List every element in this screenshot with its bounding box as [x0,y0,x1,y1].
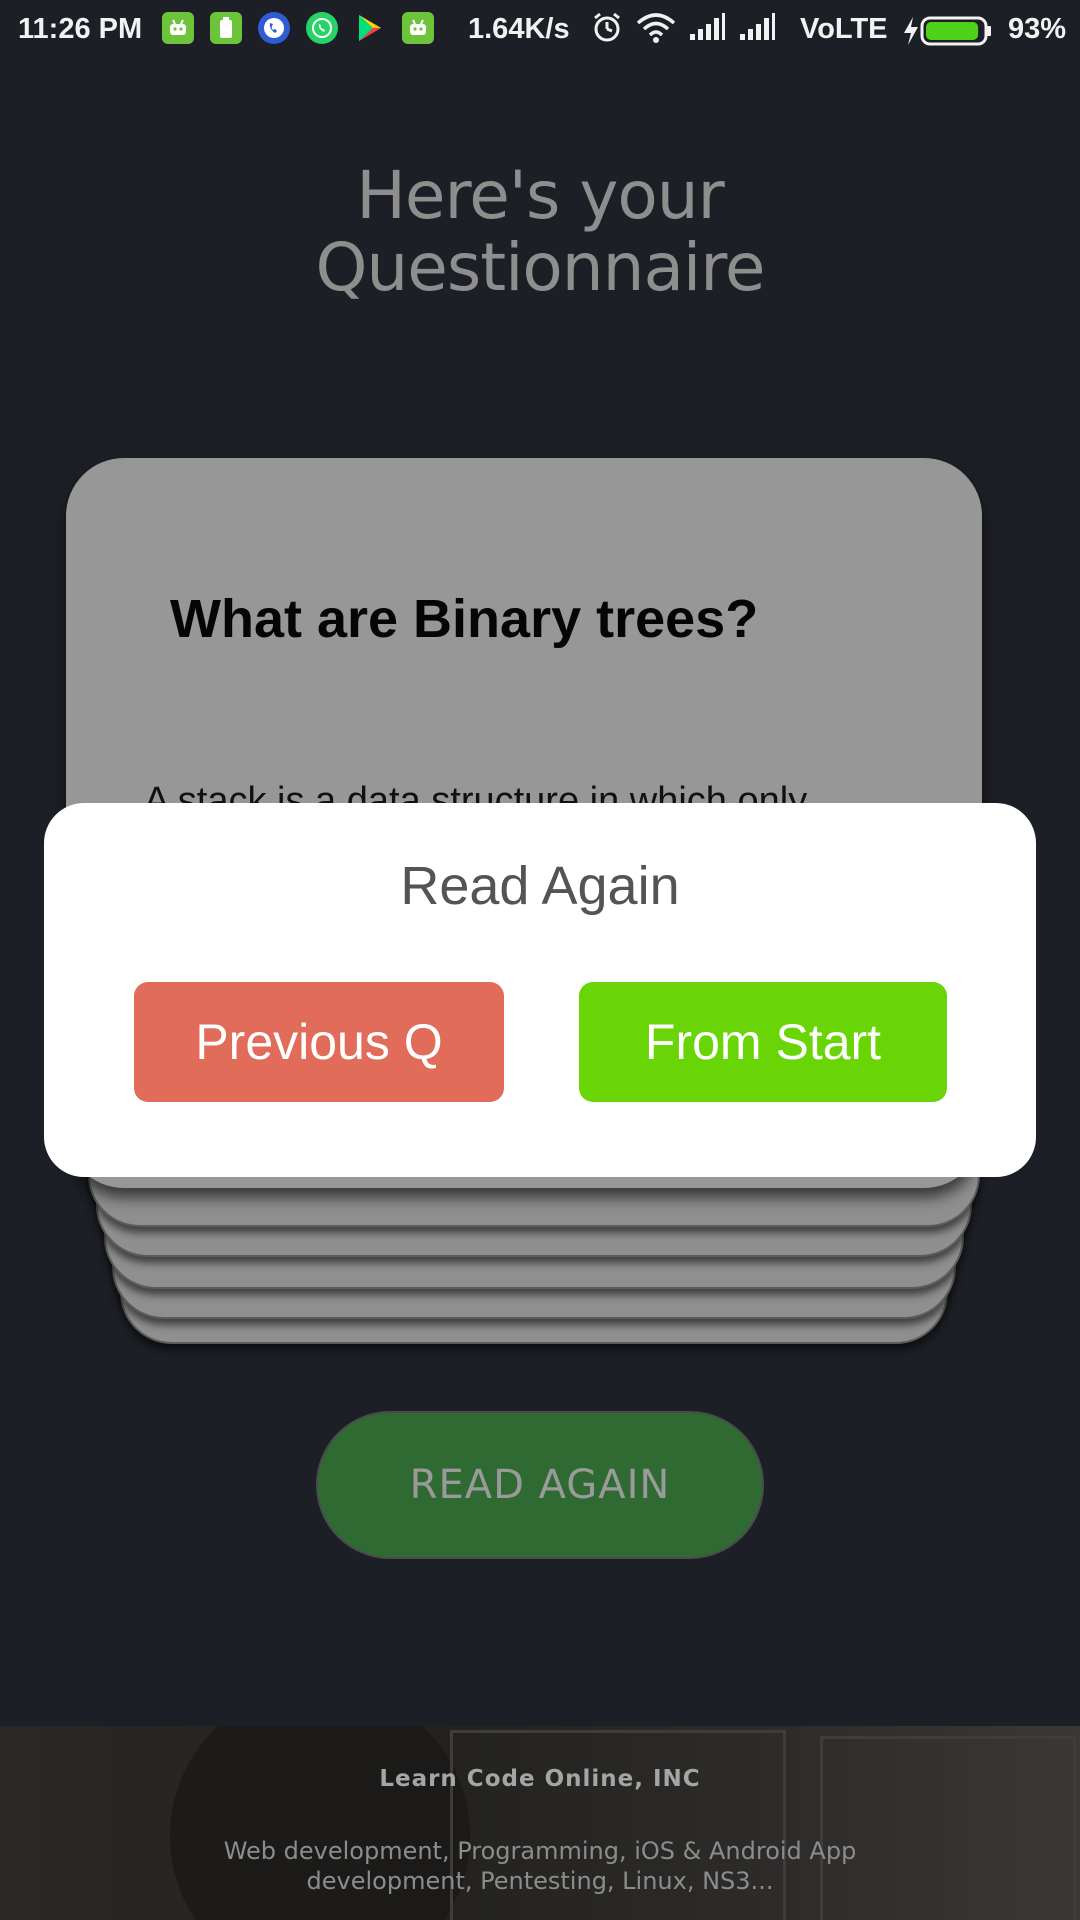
status-bar: 11:26 PM 1.64K/s VoLTE 93% [0,0,1080,60]
play-store-icon [354,12,386,44]
whatsapp-icon [306,12,338,44]
system-icons [590,10,776,52]
page-title-line2: Questionnaire [315,229,765,306]
notification-icons [162,12,434,44]
read-again-dialog: Read Again Previous Q From Start [44,803,1036,1177]
card-question: What are Binary trees? [170,589,759,649]
signal-icon [688,12,726,50]
dialog-title: Read Again [400,856,680,916]
footer-company: Learn Code Online, INC [379,1766,701,1792]
read-again-button[interactable]: READ AGAIN [316,1411,764,1559]
page-title: Here's your Questionnaire [0,160,1080,304]
network-type: VoLTE [800,13,888,45]
previous-question-button[interactable]: Previous Q [134,982,504,1102]
status-time: 11:26 PM [18,13,143,45]
alarm-icon [590,10,624,52]
battery-percent: 93% [1008,13,1067,45]
wifi-icon [636,11,676,51]
network-speed: 1.64K/s [468,13,570,45]
android-icon [402,12,434,44]
footer-description: Web development, Programming, iOS & Andr… [223,1837,857,1895]
truecaller-icon [258,12,290,44]
battery-saver-icon [210,12,242,44]
android-icon [162,12,194,44]
battery-indicator [902,15,994,55]
from-start-button[interactable]: From Start [579,982,947,1102]
page-title-line1: Here's your [356,157,724,234]
footer: Learn Code Online, INC Web development, … [0,1726,1080,1920]
charging-icon [902,16,920,54]
battery-icon [920,15,994,55]
signal-icon [738,12,776,50]
